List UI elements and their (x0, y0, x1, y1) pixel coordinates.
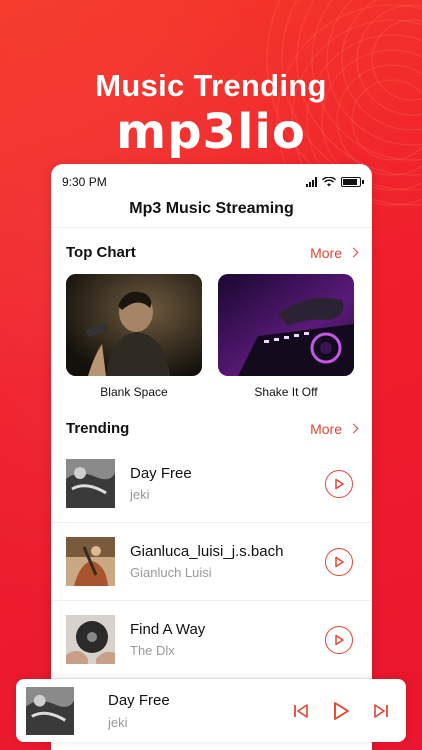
track-title: Day Free (130, 465, 192, 482)
trending-title: Trending (66, 420, 130, 437)
track-thumbnail (66, 615, 115, 664)
now-playing-artist: jeki (108, 714, 128, 730)
album-cover (66, 274, 202, 376)
track-title: Gianluca_luisi_j.s.bach (130, 543, 284, 560)
now-playing-title: Day Free (108, 691, 170, 709)
track-artist: The Dlx (130, 643, 175, 658)
play-icon[interactable] (325, 469, 353, 498)
more-label: More (310, 420, 342, 437)
top-chart-title: Top Chart (66, 244, 136, 261)
phone-screen: 9:30 PM Mp3 Music Streaming Top Chart Mo… (51, 164, 372, 750)
track-artist: Gianluch Luisi (130, 565, 212, 580)
list-item[interactable]: Gianluca_luisi_j.s.bach Gianluch Luisi (51, 523, 372, 601)
battery-icon (341, 177, 364, 187)
top-chart-card[interactable]: Blank Space (66, 274, 202, 399)
album-cover (218, 274, 354, 376)
status-bar: 9:30 PM (51, 164, 372, 200)
play-icon[interactable] (325, 625, 353, 654)
top-chart-card[interactable]: Shake It Off (218, 274, 354, 399)
more-label: More (310, 244, 342, 261)
top-chart-list: Blank Space Shake It Off (51, 274, 372, 399)
list-item[interactable]: Day Free jeki (51, 445, 372, 523)
previous-icon[interactable] (292, 702, 310, 720)
track-thumbnail (66, 459, 115, 508)
chevron-right-icon (348, 247, 359, 258)
promo-headline: Music Trending (95, 68, 327, 103)
cellular-signal-icon (306, 177, 317, 187)
chevron-right-icon (348, 423, 359, 434)
top-chart-more-button[interactable]: More (310, 244, 359, 261)
trending-list: Day Free jeki Gianluca_luisi_j.s.bach Gi… (51, 445, 372, 679)
track-artist: jeki (130, 487, 150, 502)
play-icon[interactable] (325, 547, 353, 576)
app-title: Mp3 Music Streaming (51, 200, 372, 228)
track-thumbnail (66, 537, 115, 586)
brand-logo: mp3lio (116, 104, 306, 160)
wifi-icon (322, 177, 336, 187)
now-playing-thumbnail (26, 686, 74, 735)
next-icon[interactable] (372, 702, 390, 720)
play-icon[interactable] (330, 700, 352, 722)
trending-header: Trending More (51, 420, 372, 437)
track-label: Blank Space (100, 385, 168, 399)
trending-more-button[interactable]: More (310, 420, 359, 437)
track-title: Find A Way (130, 621, 206, 638)
track-label: Shake It Off (254, 385, 318, 399)
status-time: 9:30 PM (62, 175, 107, 189)
mini-player[interactable]: Day Free jeki (16, 679, 406, 742)
top-chart-header: Top Chart More (51, 244, 372, 261)
list-item[interactable]: Find A Way The Dlx (51, 601, 372, 679)
